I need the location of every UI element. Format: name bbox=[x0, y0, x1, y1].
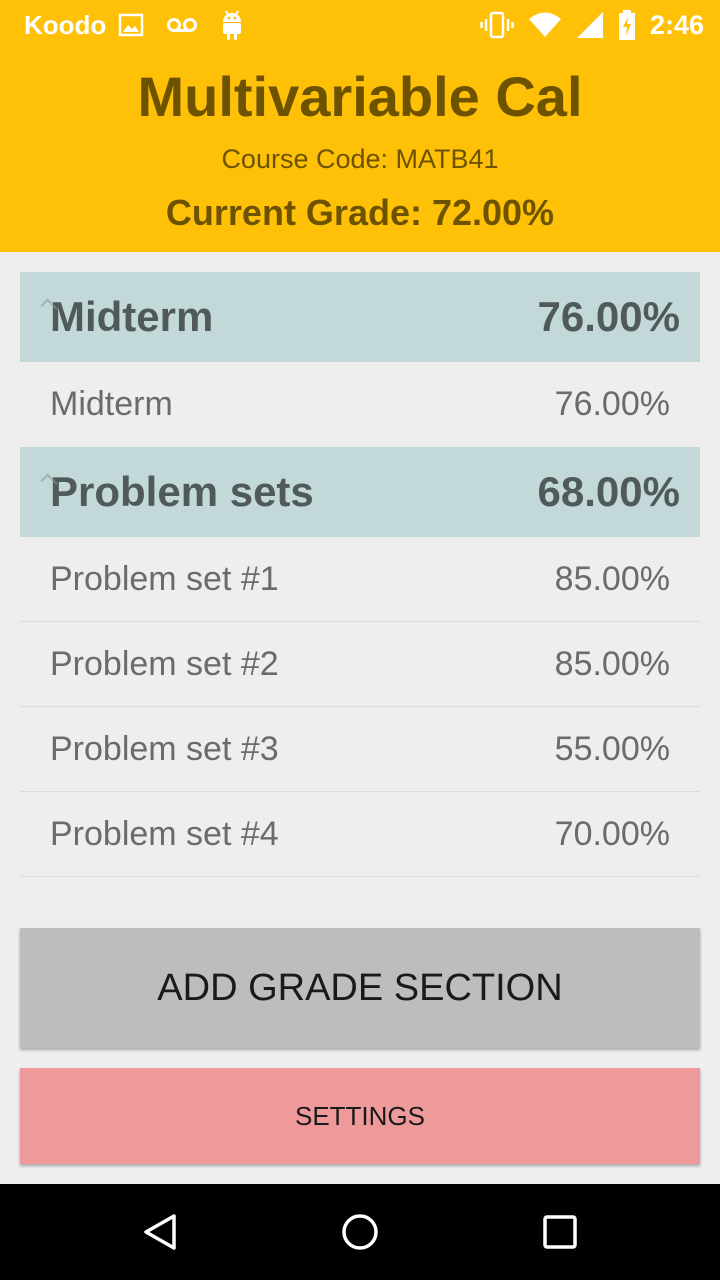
signal-icon bbox=[576, 11, 604, 39]
back-icon[interactable] bbox=[140, 1212, 180, 1252]
vibrate-icon bbox=[480, 11, 514, 39]
app-header: Koodo 2:46 Multivariable Cal Course Code… bbox=[0, 0, 720, 252]
item-name: Midterm bbox=[50, 385, 173, 423]
section-name: Problem sets bbox=[50, 468, 314, 515]
section-header-midterm[interactable]: Midterm 76.00% bbox=[20, 272, 700, 362]
course-code: Course Code: MATB41 bbox=[221, 144, 499, 174]
section-name: Midterm bbox=[50, 293, 214, 340]
voicemail-icon bbox=[166, 15, 198, 35]
section-grade: 76.00% bbox=[537, 293, 680, 340]
item-grade: 85.00% bbox=[554, 644, 670, 683]
section-header-problem-sets[interactable]: Problem sets 68.00% bbox=[20, 447, 700, 537]
item-name: Problem set #1 bbox=[50, 559, 279, 598]
course-title: Multivariable Cal bbox=[137, 65, 583, 128]
current-grade: Current Grade: 72.00% bbox=[165, 192, 555, 233]
item-grade: 55.00% bbox=[554, 729, 670, 768]
list-item[interactable]: Midterm 76.00% bbox=[20, 362, 700, 447]
android-icon bbox=[220, 9, 244, 41]
status-bar: Koodo 2:46 bbox=[0, 0, 720, 50]
carrier-name: Koodo bbox=[24, 9, 107, 40]
list-item[interactable]: Problem set #1 85.00% bbox=[20, 537, 700, 622]
item-name: Problem set #2 bbox=[50, 644, 279, 683]
home-icon[interactable] bbox=[340, 1212, 380, 1252]
item-grade: 70.00% bbox=[554, 814, 670, 853]
item-name: Problem set #3 bbox=[50, 729, 279, 768]
battery-charging-icon bbox=[618, 10, 636, 40]
wifi-icon bbox=[528, 12, 562, 38]
list-item[interactable]: Problem set #2 85.00% bbox=[20, 622, 700, 707]
recents-icon[interactable] bbox=[540, 1212, 580, 1252]
add-grade-section-button[interactable]: ADD GRADE SECTION bbox=[20, 928, 700, 1048]
navigation-bar bbox=[0, 1184, 720, 1280]
clock: 2:46 bbox=[649, 9, 704, 40]
item-grade: 76.00% bbox=[554, 385, 670, 423]
grade-sections-list: Midterm 76.00% Midterm 76.00% Problem se… bbox=[20, 272, 700, 877]
section-grade: 68.00% bbox=[537, 468, 680, 515]
list-item[interactable]: Problem set #4 70.00% bbox=[20, 792, 700, 877]
list-item[interactable]: Problem set #3 55.00% bbox=[20, 707, 700, 792]
image-icon bbox=[118, 13, 144, 37]
item-name: Problem set #4 bbox=[50, 814, 279, 853]
settings-button[interactable]: SETTINGS bbox=[20, 1068, 700, 1164]
item-grade: 85.00% bbox=[554, 559, 670, 598]
